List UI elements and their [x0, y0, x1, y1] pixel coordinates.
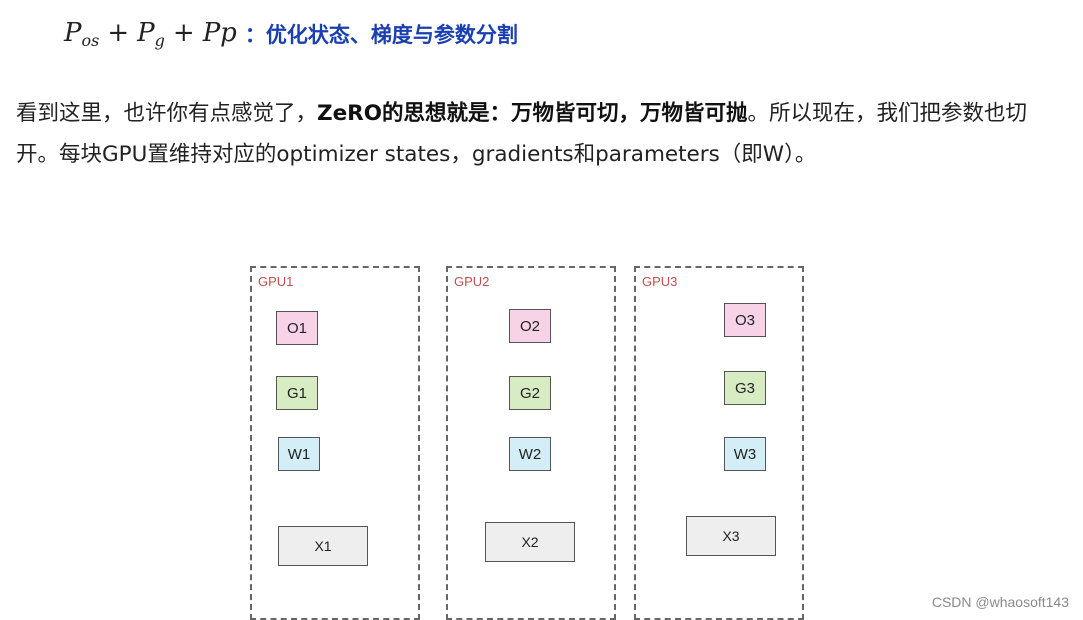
formula: Pos + Pg + Pp	[64, 18, 237, 50]
gpu-box-2: GPU2	[446, 266, 616, 620]
gpu-label: GPU2	[454, 274, 490, 289]
body-paragraph: 看到这里，也许你有点感觉了，ZeRO的思想就是：万物皆可切，万物皆可抛。所以现在…	[16, 93, 1061, 175]
gpu-box-3: GPU3	[634, 266, 804, 620]
gpu-label: GPU1	[258, 274, 294, 289]
gpu-box-1: GPU1	[250, 266, 420, 620]
heading-title: ：优化状态、梯度与参数分割	[244, 23, 518, 47]
paragraph-bold: ZeRO的思想就是：万物皆可切，万物皆可抛	[317, 101, 748, 126]
section-heading: Pos + Pg + Pp ：优化状态、梯度与参数分割	[64, 12, 518, 56]
watermark: CSDN @whaosoft143	[931, 594, 1069, 610]
gpu-label: GPU3	[642, 274, 678, 289]
paragraph-lead: 看到这里，也许你有点感觉了，	[16, 101, 318, 126]
